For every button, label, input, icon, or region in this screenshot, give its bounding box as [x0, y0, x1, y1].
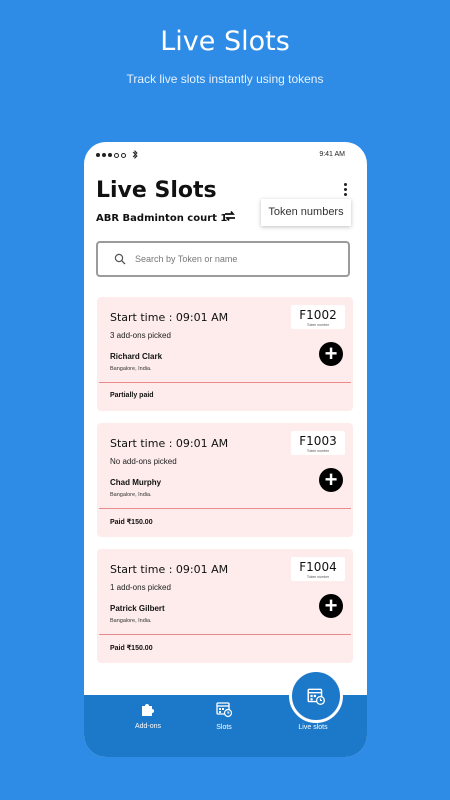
nav-label-addons: Add-ons [134, 723, 162, 730]
token-badge: F1003 Token number [291, 431, 345, 455]
refresh-icon[interactable] [222, 208, 238, 224]
token-label: Token number [306, 575, 330, 579]
signal-dots-icon [96, 153, 126, 158]
payment-status: Paid ₹150.00 [110, 645, 153, 652]
search-icon [114, 253, 126, 265]
start-time: Start time : 09:01 AM [110, 563, 229, 576]
customer-name: Patrick Gilbert [110, 604, 165, 613]
bluetooth-icon [132, 149, 138, 161]
add-addon-button[interactable]: + [319, 594, 343, 618]
search-placeholder: Search by Token or name [135, 254, 238, 264]
nav-label-live-slots: Live slots [298, 724, 328, 731]
addons-count: 3 add-ons picked [110, 331, 171, 340]
court-name: ABR Badminton court 1 [96, 213, 228, 224]
addons-count: No add-ons picked [110, 457, 177, 466]
token-numbers-tooltip: Token numbers [261, 199, 351, 226]
live-slots-fab[interactable] [289, 669, 343, 723]
token-badge: F1004 Token number [291, 557, 345, 581]
customer-location: Bangalore, India. [110, 618, 152, 624]
status-bar: 9:41 AM [96, 149, 355, 162]
token-code: F1003 [299, 434, 337, 448]
promo-subtitle: Track live slots instantly using tokens [126, 72, 324, 86]
token-badge: F1002 Token number [291, 305, 345, 329]
promo-title: Live Slots [160, 26, 290, 57]
add-addon-button[interactable]: + [319, 342, 343, 366]
calendar-clock-icon [216, 702, 233, 718]
nav-label-slots: Slots [216, 724, 232, 731]
phone-screen: 9:41 AM Live Slots ABR Badminton court 1… [84, 142, 367, 757]
card-divider [99, 382, 351, 383]
slot-card[interactable]: Start time : 09:01 AM 1 add-ons picked P… [97, 549, 353, 663]
calendar-clock-icon [307, 688, 325, 705]
card-divider [99, 634, 351, 635]
start-time: Start time : 09:01 AM [110, 437, 229, 450]
token-code: F1002 [299, 308, 337, 322]
customer-location: Bangalore, India. [110, 492, 152, 498]
token-label: Token number [306, 449, 330, 453]
customer-name: Chad Murphy [110, 478, 162, 487]
token-code: F1004 [299, 560, 337, 574]
customer-name: Richard Clark [110, 352, 163, 361]
puzzle-icon [142, 704, 154, 716]
card-divider [99, 508, 351, 509]
add-addon-button[interactable]: + [319, 468, 343, 492]
page-title: Live Slots [96, 178, 217, 203]
slot-card[interactable]: Start time : 09:01 AM No add-ons picked … [97, 423, 353, 537]
token-label: Token number [306, 323, 330, 327]
search-input[interactable]: Search by Token or name [96, 241, 350, 277]
addons-count: 1 add-ons picked [110, 583, 171, 592]
more-menu-icon[interactable] [342, 182, 348, 198]
slot-card[interactable]: Start time : 09:01 AM 3 add-ons picked R… [97, 297, 353, 411]
customer-location: Bangalore, India. [110, 366, 152, 372]
start-time: Start time : 09:01 AM [110, 311, 229, 324]
status-time: 9:41 AM [319, 151, 345, 158]
payment-status: Partially paid [110, 392, 154, 399]
payment-status: Paid ₹150.00 [110, 519, 153, 526]
